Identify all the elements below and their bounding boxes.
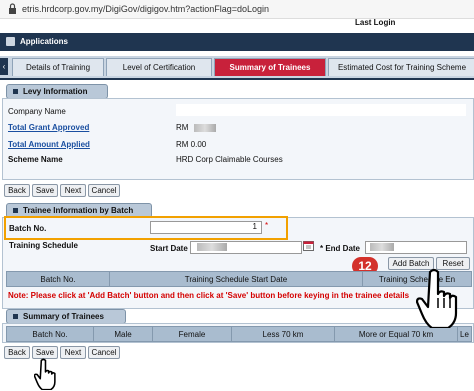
- cancel-button-bottom[interactable]: Cancel: [88, 346, 120, 359]
- batch-no-value: 1: [252, 222, 257, 231]
- total-grant-value: RM: [176, 123, 217, 132]
- batch-table-header: Batch No. Training Schedule Start Date T…: [6, 271, 472, 287]
- scheme-name-label: Scheme Name: [8, 155, 63, 164]
- end-date-label: * End Date: [320, 244, 361, 253]
- company-name-value: [176, 104, 466, 116]
- tab-summary-of-trainees[interactable]: Summary of Trainees: [214, 58, 326, 76]
- summary-section-header: Summary of Trainees: [6, 309, 126, 324]
- cancel-button[interactable]: Cancel: [88, 184, 120, 197]
- summary-col-male: Male: [93, 326, 153, 342]
- total-amount-value: RM 0.00: [176, 140, 207, 149]
- hand-cursor-icon: [34, 358, 56, 390]
- calendar-icon[interactable]: [303, 240, 314, 251]
- start-date-label: Start Date: [150, 244, 188, 253]
- next-button[interactable]: Next: [60, 184, 86, 197]
- section-bullet-icon: [13, 208, 18, 214]
- save-button[interactable]: Save: [32, 184, 58, 197]
- summary-table-header: Batch No. Male Female Less 70 km More or…: [6, 326, 472, 342]
- tab-estimated-cost[interactable]: Estimated Cost for Training Scheme: [328, 58, 474, 76]
- batch-col-start-date: Training Schedule Start Date: [109, 271, 363, 287]
- redacted-amount: [194, 123, 217, 132]
- summary-col-female: Female: [152, 326, 232, 342]
- next-button-bottom[interactable]: Next: [60, 346, 86, 359]
- total-grant-currency: RM: [176, 123, 189, 132]
- company-name-label: Company Name: [8, 107, 66, 116]
- summary-col-batch-no: Batch No.: [6, 326, 94, 342]
- levy-section-title: Levy Information: [23, 87, 88, 96]
- back-button-bottom[interactable]: Back: [4, 346, 30, 359]
- batch-col-batch-no: Batch No.: [6, 271, 110, 287]
- hand-cursor-icon: [416, 268, 458, 328]
- section-bullet-icon: [13, 314, 18, 320]
- applications-icon: [6, 37, 15, 46]
- back-button[interactable]: Back: [4, 184, 30, 197]
- applications-header: Applications: [0, 33, 474, 51]
- section-bullet-icon: [13, 89, 18, 95]
- start-date-input[interactable]: [190, 241, 302, 254]
- total-grant-approved-link[interactable]: Total Grant Approved: [8, 123, 89, 132]
- applications-title: Applications: [20, 37, 69, 46]
- batch-no-input[interactable]: 1: [150, 221, 262, 234]
- training-schedule-label: Training Schedule: [9, 241, 78, 250]
- end-date-input[interactable]: [365, 241, 467, 254]
- add-batch-note: Note: Please click at 'Add Batch' button…: [8, 291, 410, 300]
- batch-no-label: Batch No.: [9, 224, 47, 233]
- scheme-name-value: HRD Corp Claimable Courses: [176, 155, 283, 164]
- summary-section-title: Summary of Trainees: [23, 312, 104, 321]
- redacted-date: [370, 242, 394, 251]
- summary-col-more-70km: More or Equal 70 km: [334, 326, 458, 342]
- required-star: *: [265, 221, 269, 230]
- last-login-label: Last Login: [355, 18, 396, 27]
- batch-table: Batch No. Training Schedule Start Date T…: [6, 271, 472, 287]
- redacted-date: [197, 242, 227, 251]
- total-amount-applied-link[interactable]: Total Amount Applied: [8, 140, 90, 149]
- tab-bar: ‹ Details of Training Level of Certifica…: [0, 56, 474, 80]
- summary-col-less-70km: Less 70 km: [231, 326, 335, 342]
- summary-col-le: Le: [457, 326, 472, 342]
- trainee-batch-section-title: Trainee Information by Batch: [23, 206, 134, 215]
- browser-address-bar[interactable]: etris.hrdcorp.gov.my/DigiGov/digigov.htm…: [0, 0, 474, 19]
- levy-section-header: Levy Information: [6, 84, 108, 99]
- url-text: etris.hrdcorp.gov.my/DigiGov/digigov.htm…: [22, 4, 270, 14]
- tab-scroll-left-icon[interactable]: ‹: [0, 58, 8, 75]
- summary-table: Batch No. Male Female Less 70 km More or…: [6, 326, 472, 342]
- tab-level-of-certification[interactable]: Level of Certification: [106, 58, 212, 76]
- lock-icon: [9, 3, 16, 14]
- tab-details-of-training[interactable]: Details of Training: [12, 58, 104, 76]
